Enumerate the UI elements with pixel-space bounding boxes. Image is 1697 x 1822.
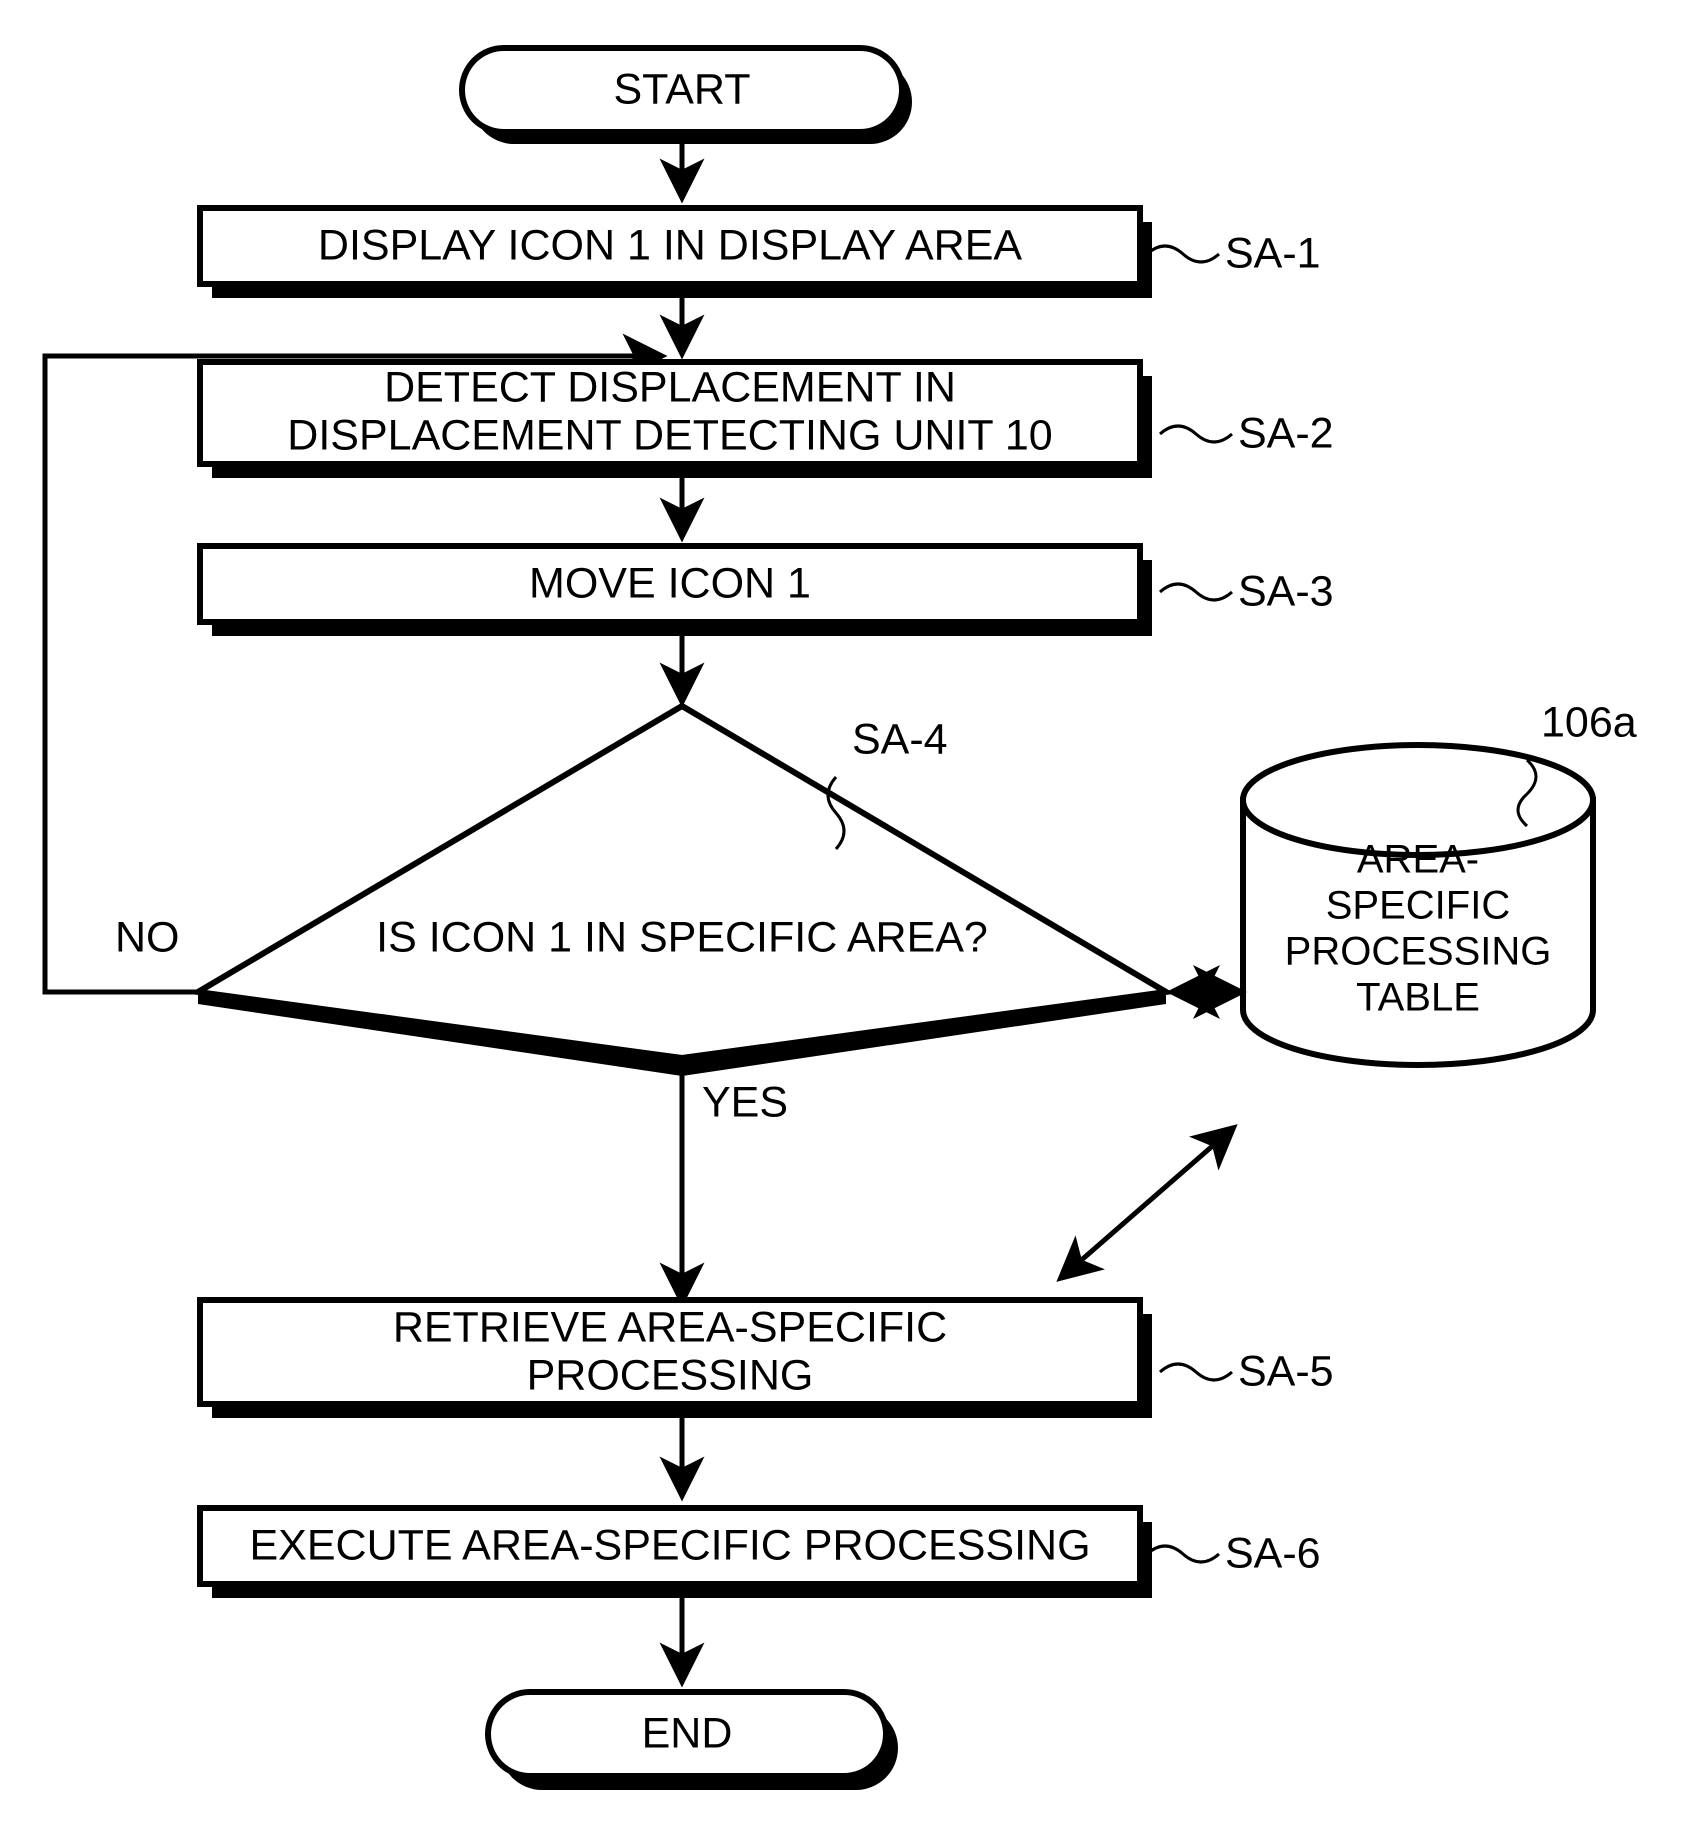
node-sa4: IS ICON 1 IN SPECIFIC AREA? bbox=[189, 702, 1175, 1076]
sa2-ref-label: SA-2 bbox=[1238, 409, 1334, 457]
sa5-label-line1: RETRIEVE AREA-SPECIFIC bbox=[393, 1303, 947, 1351]
sa3-ref-leader bbox=[1159, 582, 1233, 602]
db-label-line1: AREA- bbox=[1357, 838, 1479, 882]
sa6-ref-label: SA-6 bbox=[1225, 1529, 1321, 1577]
node-sa2: DETECT DISPLACEMENT IN DISPLACEMENT DETE… bbox=[197, 359, 1152, 478]
sa5-ref-label: SA-5 bbox=[1238, 1347, 1334, 1395]
sa2-label-line2: DISPLACEMENT DETECTING UNIT 10 bbox=[287, 411, 1052, 459]
node-sa3: MOVE ICON 1 bbox=[197, 543, 1152, 636]
sa1-label: DISPLAY ICON 1 IN DISPLAY AREA bbox=[318, 221, 1023, 269]
flowchart-canvas: START DISPLAY ICON 1 IN DISPLAY AREA SA-… bbox=[0, 0, 1697, 1822]
sa1-ref-label: SA-1 bbox=[1225, 229, 1321, 277]
db-label-line4: TABLE bbox=[1356, 976, 1480, 1020]
sa4-shape bbox=[189, 702, 1175, 1062]
db-label-line3: PROCESSING bbox=[1285, 930, 1552, 974]
node-sa5: RETRIEVE AREA-SPECIFIC PROCESSING bbox=[197, 1297, 1152, 1418]
node-end: END bbox=[485, 1689, 898, 1790]
sa1-ref-leader bbox=[1146, 244, 1220, 264]
start-label: START bbox=[614, 65, 751, 113]
node-start: START bbox=[459, 45, 912, 144]
sa5-ref-leader bbox=[1159, 1362, 1233, 1382]
sa5-label-line2: PROCESSING bbox=[527, 1351, 814, 1399]
flowchart-svg: START DISPLAY ICON 1 IN DISPLAY AREA SA-… bbox=[42, 45, 1637, 1790]
sa2-label-line1: DETECT DISPLACEMENT IN bbox=[384, 363, 956, 411]
node-sa6: EXECUTE AREA-SPECIFIC PROCESSING bbox=[197, 1505, 1152, 1598]
edge-label-yes: YES bbox=[702, 1078, 788, 1126]
sa6-ref-leader bbox=[1146, 1544, 1220, 1564]
node-sa1: DISPLAY ICON 1 IN DISPLAY AREA bbox=[197, 205, 1152, 298]
end-label: END bbox=[642, 1709, 733, 1757]
node-database: AREA- SPECIFIC PROCESSING TABLE bbox=[1240, 742, 1596, 1068]
sa4-label: IS ICON 1 IN SPECIFIC AREA? bbox=[376, 913, 988, 961]
db-ref-label: 106a bbox=[1541, 698, 1637, 746]
sa3-ref-label: SA-3 bbox=[1238, 567, 1334, 615]
edge-database-to-sa5 bbox=[1056, 1124, 1238, 1282]
sa4-ref-label: SA-4 bbox=[852, 715, 948, 763]
sa6-label: EXECUTE AREA-SPECIFIC PROCESSING bbox=[249, 1521, 1090, 1569]
sa3-label: MOVE ICON 1 bbox=[529, 559, 811, 607]
db-label-line2: SPECIFIC bbox=[1326, 884, 1510, 928]
edge-label-no: NO bbox=[115, 913, 180, 961]
sa2-ref-leader bbox=[1159, 424, 1233, 444]
